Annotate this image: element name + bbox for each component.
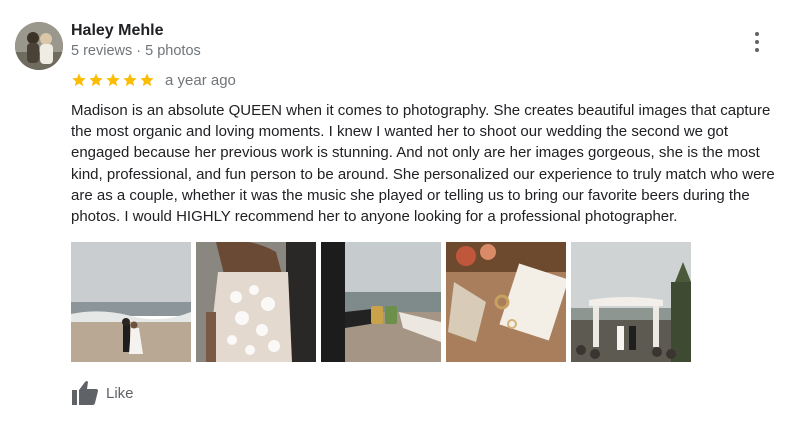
review-photo-beach-couple[interactable] [71,242,191,362]
review-text: Madison is an absolute QUEEN when it com… [71,102,775,226]
star-icon [123,73,137,87]
review-photo-ceremony-arch[interactable] [571,242,691,362]
review-photo-rings-invitation[interactable] [446,242,566,362]
review-date: a year ago [165,71,236,89]
star-rating [71,72,155,88]
star-icon [89,73,103,87]
review-photo-lace-dress[interactable] [196,242,316,362]
thumbs-up-icon [72,381,98,405]
review-photo-beer-toast[interactable] [321,242,441,362]
like-label: Like [106,384,134,402]
more-options-icon[interactable] [746,30,768,54]
reviewer-meta: 5 reviews · 5 photos [71,43,201,59]
reviewer-name[interactable]: Haley Mehle [71,22,163,40]
avatar[interactable] [15,22,63,70]
star-icon [72,73,86,87]
avatar-image [15,22,63,70]
star-icon [106,73,120,87]
photo-strip [71,242,691,362]
star-icon [140,73,154,87]
rating-row: a year ago [71,70,236,90]
like-button[interactable]: Like [71,380,134,406]
